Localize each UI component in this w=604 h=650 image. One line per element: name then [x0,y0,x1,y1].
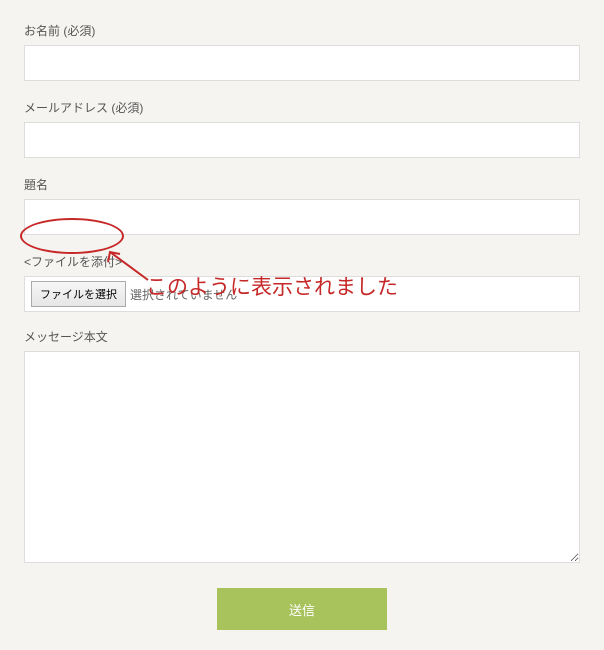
file-status-text: 選択されていません [130,286,237,303]
message-textarea[interactable] [24,351,580,563]
name-input[interactable] [24,45,580,81]
file-input-row: ファイルを選択 選択されていません [24,276,580,312]
subject-input[interactable] [24,199,580,235]
message-label: メッセージ本文 [24,328,580,345]
submit-row: 送信 [24,588,580,630]
name-label: お名前 (必須) [24,22,580,39]
subject-label: 題名 [24,176,580,193]
submit-button[interactable]: 送信 [217,588,387,630]
file-select-button[interactable]: ファイルを選択 [31,281,126,307]
email-label: メールアドレス (必須) [24,99,580,116]
email-input[interactable] [24,122,580,158]
contact-form: お名前 (必須) メールアドレス (必須) 題名 <ファイルを添付> ファイルを… [0,0,604,650]
file-attach-label: <ファイルを添付> [24,253,580,270]
